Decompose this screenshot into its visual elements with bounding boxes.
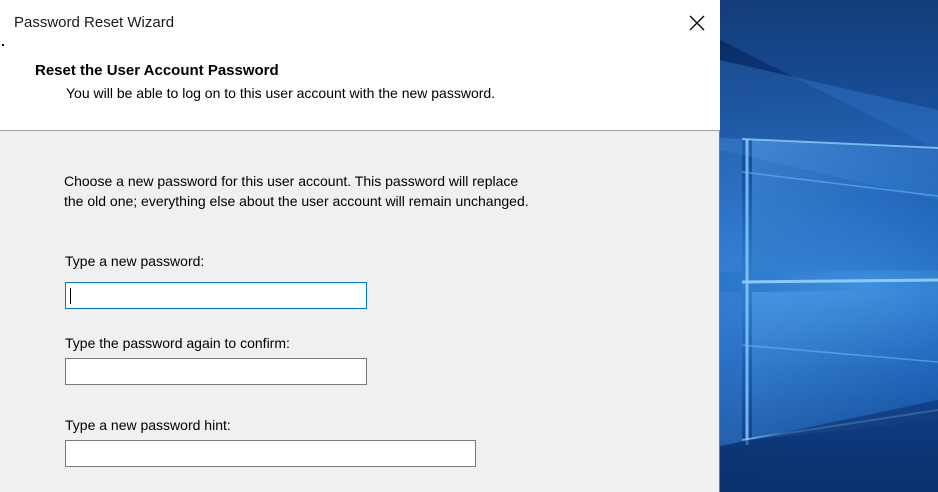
window-title: Password Reset Wizard xyxy=(14,14,175,31)
instructions-line-1: Choose a new password for this user acco… xyxy=(64,173,519,189)
new-password-label: Type a new password: xyxy=(65,253,205,269)
password-reset-wizard-window: Password Reset Wizard Reset the User Acc… xyxy=(0,0,720,492)
wizard-body: Choose a new password for this user acco… xyxy=(0,131,720,492)
wizard-header: Reset the User Account Password You will… xyxy=(0,46,720,131)
text-caret xyxy=(70,288,71,304)
instructions-line-2: the old one; everything else about the u… xyxy=(64,193,529,209)
close-button[interactable] xyxy=(674,0,720,46)
password-hint-field[interactable] xyxy=(65,440,476,467)
page-subtitle: You will be able to log on to this user … xyxy=(66,85,496,101)
confirm-password-label: Type the password again to confirm: xyxy=(65,335,290,351)
page-title: Reset the User Account Password xyxy=(35,62,279,79)
new-password-field[interactable] xyxy=(65,282,367,309)
instructions-text: Choose a new password for this user acco… xyxy=(64,171,604,211)
title-bar: Password Reset Wizard xyxy=(0,0,720,46)
confirm-password-field[interactable] xyxy=(65,358,367,385)
password-hint-label: Type a new password hint: xyxy=(65,417,231,433)
close-icon xyxy=(689,15,705,31)
